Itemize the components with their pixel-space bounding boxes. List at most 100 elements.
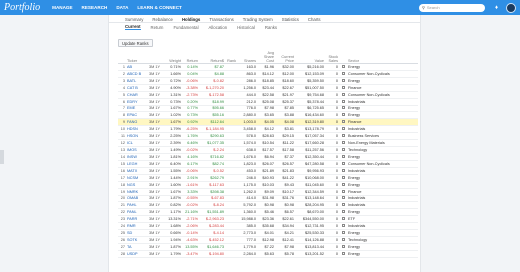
cell-p[interactable]: 3M 1Y: [148, 167, 166, 175]
cell-t[interactable]: LEGH: [126, 160, 148, 168]
checkbox-icon[interactable]: [341, 99, 345, 103]
checkbox-icon[interactable]: [341, 78, 345, 82]
cell-t[interactable]: SOTK: [126, 236, 148, 244]
checkbox-icon[interactable]: [341, 224, 345, 228]
table-row[interactable]: 16 MATX 3M 1Y 1.55% -0.06% $-0.52 453.0 $21.89 $…: [118, 167, 418, 175]
cell-t[interactable]: SD: [126, 229, 148, 238]
subtab-allocation[interactable]: Allocation: [209, 25, 228, 30]
bell-icon[interactable]: ♦: [495, 5, 498, 11]
cell-p[interactable]: 3M 1Y: [148, 181, 166, 189]
checkbox-icon[interactable]: [341, 203, 345, 207]
row-checkbox[interactable]: [339, 208, 347, 217]
checkbox-icon[interactable]: [341, 182, 345, 186]
checkbox-icon[interactable]: [341, 134, 345, 138]
cell-t[interactable]: MATX: [126, 167, 148, 175]
checkbox-icon[interactable]: [341, 120, 345, 124]
row-checkbox[interactable]: [339, 181, 347, 189]
subtab-ranks[interactable]: Ranks: [265, 25, 277, 30]
tab-trading-system[interactable]: Trading System: [243, 17, 273, 22]
row-checkbox[interactable]: [339, 222, 347, 231]
row-checkbox[interactable]: [339, 146, 347, 154]
cell-p[interactable]: 3M 1Y: [148, 84, 166, 92]
table-row[interactable]: 22 PANL 3M 1Y 1.17% 21.16% $1,551.89 1,360.0 $5…: [118, 208, 418, 217]
column-header[interactable]: [148, 51, 166, 64]
table-row[interactable]: 11 HSON 3M 1Y 2.25% 1.76% $290.63 578.0 $28.63 $…: [118, 132, 418, 141]
subtab-current[interactable]: Current: [125, 24, 141, 30]
tab-rebalance[interactable]: Rebalance: [152, 17, 173, 22]
table-row[interactable]: 1 AB 3M 1Y 0.71% 0.14% $7.87 163.0 $1.96 $32.00 $…: [118, 63, 418, 71]
row-checkbox[interactable]: [339, 84, 347, 92]
table-row[interactable]: 19 NMRK 3M 1Y 1.67% 3.33% $398.38 1,262.0 $9.09…: [118, 188, 418, 196]
row-checkbox[interactable]: [339, 160, 347, 168]
cell-p[interactable]: 3M 1Y: [148, 105, 166, 113]
checkbox-icon[interactable]: [341, 217, 345, 221]
table-row[interactable]: 14 INSW 3M 1Y 1.81% 4.16% $716.82 1,676.0 $6.94…: [118, 153, 418, 161]
cell-p[interactable]: 3M 1Y: [148, 132, 166, 141]
checkbox-icon[interactable]: [341, 148, 345, 152]
checkbox-icon[interactable]: [341, 71, 345, 75]
table-row[interactable]: 12 ICL 3M 1Y 2.39% 6.46% $1,077.35 1,574.0 $10.…: [118, 139, 418, 148]
cell-p[interactable]: 3M 1Y: [148, 91, 166, 99]
column-header[interactable]: Sector: [347, 51, 418, 64]
cell-p[interactable]: 3M 1Y: [148, 118, 166, 127]
cell-t[interactable]: INSW: [126, 153, 148, 161]
nav-learn-connect[interactable]: LEARN & CONNECT: [137, 5, 181, 10]
table-row[interactable]: 9 FANG 3M 1Y 1.67% 0.92% $112.64 1,003.0 $4.05 $…: [118, 118, 418, 127]
cell-t[interactable]: CAT B: [126, 84, 148, 92]
cell-t[interactable]: USDP: [126, 250, 148, 258]
cell-t[interactable]: FANG: [126, 118, 148, 127]
cell-p[interactable]: 3M 1Y: [148, 174, 166, 182]
cell-t[interactable]: HSON: [126, 132, 148, 141]
table-row[interactable]: 23 PARR 3M 1Y 13.31% -2.71% $-2,963.23 15,988.…: [118, 215, 418, 224]
table-row[interactable]: 5 CHAR 3M 1Y 1.31% -2.73% $-172.58 444.0 $22.58…: [118, 91, 418, 99]
column-header[interactable]: Return$: [199, 51, 225, 64]
table-row[interactable]: 13 IMOS 3M 1Y 1.49% -0.02% $-2.24 638.0 $17.57 $…: [118, 146, 418, 154]
row-checkbox[interactable]: [339, 174, 347, 182]
cell-t[interactable]: PANL: [126, 208, 148, 217]
cell-p[interactable]: 3M 1Y: [148, 146, 166, 154]
checkbox-icon[interactable]: [341, 85, 345, 89]
cell-p[interactable]: 3M 1Y: [148, 229, 166, 238]
row-checkbox[interactable]: [339, 236, 347, 244]
table-row[interactable]: 28 USDP 3M 1Y 1.79% -3.47% $-194.80 2,284.0 $5.…: [118, 250, 418, 258]
column-header[interactable]: Current Price: [275, 51, 295, 64]
column-header[interactable]: Shares: [237, 51, 257, 64]
checkbox-icon[interactable]: [341, 168, 345, 172]
checkbox-icon[interactable]: [341, 64, 345, 68]
cell-p[interactable]: 3M 1Y: [148, 208, 166, 217]
table-row[interactable]: 4 CAT B 3M 1Y 4.90% -3.38% $-1,270.20 1,256.0 $…: [118, 84, 418, 92]
cell-p[interactable]: 3M 1Y: [148, 139, 166, 148]
column-header[interactable]: Return: [182, 51, 199, 64]
column-header[interactable]: [339, 51, 347, 64]
search-input[interactable]: ⚲ Search: [418, 3, 485, 12]
cell-p[interactable]: 3M 1Y: [148, 125, 166, 134]
checkbox-icon[interactable]: [341, 113, 345, 117]
row-checkbox[interactable]: [339, 132, 347, 141]
subtab-return[interactable]: Return: [151, 25, 164, 30]
cell-p[interactable]: 3M 1Y: [148, 195, 166, 203]
cell-t[interactable]: IMOS: [126, 146, 148, 154]
table-row[interactable]: 21 PAHL 3M 1Y 0.82% -0.02% $-8.24 5,792.0 $0.98…: [118, 201, 418, 210]
column-header[interactable]: Stock Sales: [325, 51, 339, 64]
cell-t[interactable]: EPAC: [126, 111, 148, 120]
row-checkbox[interactable]: [339, 111, 347, 120]
table-row[interactable]: 7 EME 3M 1Y 1.67% 0.77% $95.66 776.0 $7.98 $7.85…: [118, 105, 418, 113]
checkbox-icon[interactable]: [341, 251, 345, 255]
row-checkbox[interactable]: [339, 201, 347, 210]
row-checkbox[interactable]: [339, 105, 347, 113]
cell-t[interactable]: NCSM: [126, 174, 148, 182]
checkbox-icon[interactable]: [341, 196, 345, 200]
table-row[interactable]: 26 SOTK 3M 1Y 1.94% -4.63% $-452.12 777.0 $12.9…: [118, 236, 418, 244]
column-header[interactable]: Weight: [166, 51, 182, 64]
row-checkbox[interactable]: [339, 215, 347, 224]
column-header[interactable]: Avg Share Cost: [257, 51, 275, 64]
table-row[interactable]: 18 NGS 3M 1Y 1.60% -1.61% $-117.63 1,175.0 $10.…: [118, 181, 418, 189]
tab-transactions[interactable]: Transactions: [209, 17, 233, 22]
row-checkbox[interactable]: [339, 195, 347, 203]
cell-t[interactable]: TA: [126, 243, 148, 251]
avatar[interactable]: [506, 2, 516, 13]
row-checkbox[interactable]: [339, 243, 347, 251]
update-ranks-button[interactable]: Update Ranks: [118, 39, 153, 47]
cell-p[interactable]: 3M 1Y: [148, 153, 166, 161]
table-row[interactable]: 15 LEGH 3M 1Y 6.40% 6.17% $82.74 1,823.0 $26.07…: [118, 160, 418, 168]
